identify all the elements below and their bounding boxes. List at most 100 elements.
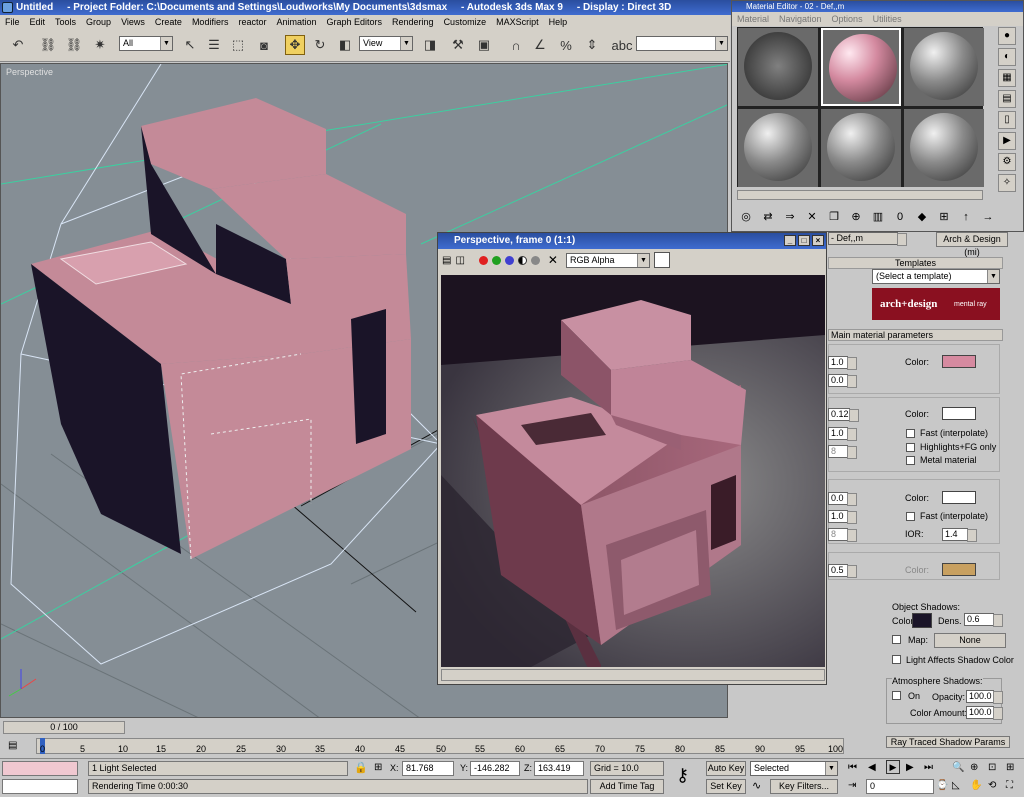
templates-rollout[interactable]: Templates xyxy=(828,257,1003,269)
roughness-spinner[interactable]: 0.0 xyxy=(828,374,857,388)
time-config-icon[interactable]: ⌚ xyxy=(936,780,948,791)
atmosphere-on-checkbox[interactable] xyxy=(892,691,901,700)
go-to-parent-icon[interactable]: ↑ xyxy=(957,208,975,226)
color-swatch-icon[interactable] xyxy=(653,252,670,268)
key-mode-toggle-icon[interactable]: ⇥ xyxy=(848,780,856,791)
monochrome-icon[interactable] xyxy=(530,255,540,265)
material-name-field[interactable]: - Def,,m xyxy=(828,232,907,246)
video-check-icon[interactable]: ▯ xyxy=(998,111,1016,129)
unlink-icon[interactable]: ⛓ xyxy=(64,35,84,55)
backlight-icon[interactable]: ◐ xyxy=(998,48,1016,66)
viewport-mesh[interactable] xyxy=(31,98,411,560)
raytraced-shadow-params-rollout[interactable]: Ray Traced Shadow Params xyxy=(886,736,1010,748)
menu-graph-editors[interactable]: Graph Editors xyxy=(322,15,388,30)
material-slot[interactable] xyxy=(738,28,818,106)
put-to-scene-icon[interactable]: ⇄ xyxy=(759,208,777,226)
reset-map-icon[interactable]: ✕ xyxy=(803,208,821,226)
select-by-name-icon[interactable]: ☰ xyxy=(204,35,224,55)
window-crossing-icon[interactable]: ◙ xyxy=(254,35,274,55)
menu-edit[interactable]: Edit xyxy=(25,15,51,30)
show-end-result-icon[interactable]: ⊞ xyxy=(935,208,953,226)
menu-help[interactable]: Help xyxy=(544,15,573,30)
key-icon[interactable]: ⚷ xyxy=(676,765,689,786)
med-menu-utilities[interactable]: Utilities xyxy=(868,14,907,24)
refl-samples-spinner[interactable]: 8 xyxy=(828,445,857,459)
select-object-icon[interactable]: ↖ xyxy=(180,35,200,55)
key-mode-select[interactable]: Selected ▼ xyxy=(750,761,838,776)
make-unique-icon[interactable]: ⊕ xyxy=(847,208,865,226)
go-to-end-icon[interactable]: ⏭ xyxy=(924,762,933,773)
diffuse-color-swatch[interactable] xyxy=(942,355,976,368)
menu-tools[interactable]: Tools xyxy=(50,15,81,30)
lock-selection-icon[interactable]: 🔒 xyxy=(354,761,368,774)
next-frame-icon[interactable]: ▶ xyxy=(906,762,914,773)
put-to-library-icon[interactable]: ▥ xyxy=(869,208,887,226)
keyboard-shortcut-icon[interactable]: ▣ xyxy=(474,35,494,55)
zoom-extents-icon[interactable]: ⊡ xyxy=(988,762,996,773)
current-frame-field[interactable]: 0 xyxy=(866,779,934,794)
pan-icon[interactable]: ✋ xyxy=(970,780,982,791)
dens-spinner[interactable]: 0.6 xyxy=(964,613,1003,627)
maximize-icon[interactable]: □ xyxy=(798,235,810,246)
material-id-icon[interactable]: 0 xyxy=(891,208,909,226)
select-scale-icon[interactable]: ◧ xyxy=(335,35,355,55)
tan-color-swatch[interactable] xyxy=(942,563,976,576)
minimize-icon[interactable]: _ xyxy=(784,235,796,246)
menu-reactor[interactable]: reactor xyxy=(233,15,271,30)
green-channel-icon[interactable] xyxy=(491,255,501,265)
material-slot[interactable] xyxy=(904,28,984,106)
angle-snap-icon[interactable]: ∠ xyxy=(530,35,550,55)
background-icon[interactable]: ▦ xyxy=(998,69,1016,87)
material-slot[interactable] xyxy=(821,109,901,187)
key-tangent-icon[interactable]: ∿ xyxy=(752,779,761,792)
show-map-icon[interactable]: ◆ xyxy=(913,208,931,226)
arc-rotate-icon[interactable]: ⟲ xyxy=(988,780,996,791)
field-of-view-icon[interactable]: ◺ xyxy=(952,780,960,791)
menu-file[interactable]: File xyxy=(0,15,25,30)
red-channel-icon[interactable] xyxy=(478,255,488,265)
assign-material-icon[interactable]: ⇒ xyxy=(781,208,799,226)
refr-gloss-spinner[interactable]: 1.0 xyxy=(828,510,857,524)
fast-interp-2-checkbox[interactable] xyxy=(906,512,915,521)
refl-level-spinner[interactable]: 0.12 xyxy=(828,408,859,422)
named-selection-icon[interactable]: abc xyxy=(612,35,633,55)
material-slot-active[interactable] xyxy=(821,28,901,106)
sample-type-icon[interactable]: ● xyxy=(998,27,1016,45)
go-forward-icon[interactable]: → xyxy=(979,208,997,226)
main-params-rollout[interactable]: Main material parameters xyxy=(828,329,1003,341)
select-manipulate-icon[interactable]: ⚒ xyxy=(448,35,468,55)
select-by-material-icon[interactable]: ✧ xyxy=(998,174,1016,192)
refr-transparency-spinner[interactable]: 0.0 xyxy=(828,492,857,506)
previous-frame-icon[interactable]: ◀ xyxy=(868,762,876,773)
undo-icon[interactable]: ↶ xyxy=(8,35,28,55)
menu-views[interactable]: Views xyxy=(116,15,150,30)
maxscript-mini-listener[interactable] xyxy=(2,779,78,794)
light-affects-shadow-checkbox[interactable] xyxy=(892,655,901,664)
zoom-icon[interactable]: 🔍 xyxy=(952,762,964,773)
z-coordinate-field[interactable]: 163.419 xyxy=(534,761,584,776)
blue-channel-icon[interactable] xyxy=(504,255,514,265)
menu-animation[interactable]: Animation xyxy=(271,15,321,30)
percent-snap-icon[interactable]: % xyxy=(556,35,576,55)
pivot-center-icon[interactable]: ◨ xyxy=(420,35,440,55)
uv-tiling-icon[interactable]: ▤ xyxy=(998,90,1016,108)
play-icon[interactable]: ▶ xyxy=(886,760,900,774)
highlights-fg-checkbox[interactable] xyxy=(906,443,915,452)
aniso-spinner[interactable]: 0.5 xyxy=(828,564,857,578)
menu-customize[interactable]: Customize xyxy=(439,15,492,30)
y-coordinate-field[interactable]: -146.282 xyxy=(470,761,520,776)
menu-rendering[interactable]: Rendering xyxy=(387,15,439,30)
template-select[interactable]: (Select a template) ▼ xyxy=(872,269,1000,284)
color-amount-spinner[interactable]: 100.0 xyxy=(966,706,1003,720)
bind-space-warp-icon[interactable]: ✷ xyxy=(90,35,110,55)
metal-material-checkbox[interactable] xyxy=(906,456,915,465)
selection-filter-select[interactable]: All ▼ xyxy=(119,36,173,51)
set-key-button[interactable]: Set Key xyxy=(706,779,746,794)
shadow-color-swatch[interactable] xyxy=(912,613,932,628)
go-to-start-icon[interactable]: ⏮ xyxy=(848,762,857,773)
shadow-map-button[interactable]: None xyxy=(934,633,1006,648)
key-filters-button[interactable]: Key Filters... xyxy=(770,779,838,794)
menu-modifiers[interactable]: Modifiers xyxy=(187,15,234,30)
time-slider[interactable]: 0 / 100 xyxy=(3,721,125,734)
opacity-spinner[interactable]: 100.0 xyxy=(966,690,1003,704)
